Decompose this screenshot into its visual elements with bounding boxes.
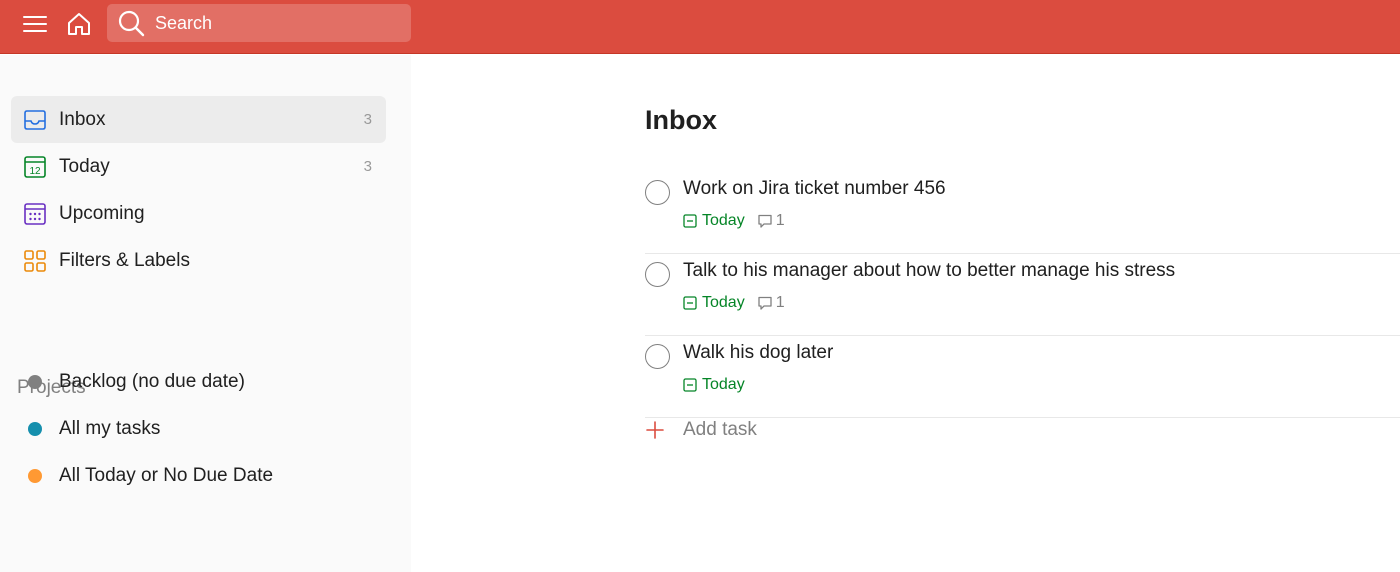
- task-name[interactable]: Walk his dog later: [683, 342, 833, 364]
- project-color-dot: [28, 421, 42, 436]
- project-label: Backlog (no due date): [59, 370, 245, 392]
- task-checkbox[interactable]: [645, 180, 670, 205]
- task-checkbox[interactable]: [645, 344, 670, 369]
- sidebar-item-label: Upcoming: [59, 202, 145, 224]
- project-color-dot: [28, 468, 42, 483]
- task-meta: Today: [683, 376, 745, 394]
- sidebar-item-count: 3: [363, 111, 372, 128]
- task-due-date[interactable]: Today: [683, 294, 745, 312]
- task-checkbox[interactable]: [645, 262, 670, 287]
- task-item[interactable]: Talk to his manager about how to better …: [645, 254, 1400, 336]
- menu-button[interactable]: [16, 8, 54, 40]
- task-comment-count: 1: [775, 212, 785, 229]
- add-task-button[interactable]: Add task: [645, 415, 757, 445]
- sidebar-item-upcoming[interactable]: Upcoming: [11, 190, 386, 237]
- search-icon: [118, 10, 145, 37]
- comment-icon: [758, 214, 772, 228]
- calendar-icon: [683, 296, 697, 310]
- sidebar-item-filters-labels[interactable]: Filters & Labels: [11, 237, 386, 284]
- calendar-today-icon: 12: [24, 156, 46, 178]
- task-name[interactable]: Work on Jira ticket number 456: [683, 178, 946, 200]
- sidebar-item-label: Filters & Labels: [59, 249, 190, 271]
- task-comments[interactable]: 1: [757, 212, 785, 230]
- task-item[interactable]: Work on Jira ticket number 456 Today 1: [645, 172, 1400, 254]
- task-meta: Today 1: [683, 294, 785, 312]
- task-due-label: Today: [702, 294, 745, 311]
- task-due-label: Today: [702, 376, 745, 393]
- project-item-backlog[interactable]: Backlog (no due date): [11, 358, 386, 405]
- task-comments[interactable]: 1: [757, 294, 785, 312]
- calendar-icon: [683, 378, 697, 392]
- task-item[interactable]: Walk his dog later Today: [645, 336, 1400, 418]
- page-title: Inbox: [645, 105, 717, 135]
- home-button[interactable]: [60, 8, 98, 40]
- svg-text:12: 12: [29, 166, 41, 177]
- plus-icon: [646, 421, 664, 439]
- home-icon: [68, 13, 90, 35]
- project-color-dot: [28, 374, 42, 389]
- project-item-all-today-or-no-due-date[interactable]: All Today or No Due Date: [11, 452, 386, 499]
- sidebar-item-count: 3: [363, 158, 372, 175]
- project-item-all-my-tasks[interactable]: All my tasks: [11, 405, 386, 452]
- sidebar-item-label: Inbox: [59, 108, 106, 130]
- comment-icon: [758, 296, 772, 310]
- filters-labels-icon: [24, 250, 46, 272]
- main-content: Inbox Work on Jira ticket number 456 Tod…: [411, 55, 1400, 572]
- project-label: All Today or No Due Date: [59, 464, 274, 486]
- sidebar-item-today[interactable]: 12 Today 3: [11, 143, 386, 190]
- sidebar: Inbox 3 12 Today 3 Upcoming Filters & La…: [0, 55, 411, 572]
- add-task-label: Add task: [683, 419, 757, 440]
- inbox-icon: [24, 110, 46, 130]
- search-placeholder: Search: [155, 12, 213, 33]
- calendar-icon: [683, 214, 697, 228]
- calendar-upcoming-icon: [24, 203, 46, 225]
- task-due-date[interactable]: Today: [683, 376, 745, 394]
- task-due-date[interactable]: Today: [683, 212, 745, 230]
- sidebar-item-label: Today: [59, 155, 110, 177]
- task-due-label: Today: [702, 212, 745, 229]
- top-bar: Search: [0, 0, 1400, 54]
- task-comment-count: 1: [775, 294, 785, 311]
- search-input[interactable]: Search: [107, 4, 411, 42]
- project-label: All my tasks: [59, 417, 161, 439]
- sidebar-item-inbox[interactable]: Inbox 3: [11, 96, 386, 143]
- task-meta: Today 1: [683, 212, 785, 230]
- menu-icon: [23, 16, 47, 32]
- task-name[interactable]: Talk to his manager about how to better …: [683, 260, 1175, 282]
